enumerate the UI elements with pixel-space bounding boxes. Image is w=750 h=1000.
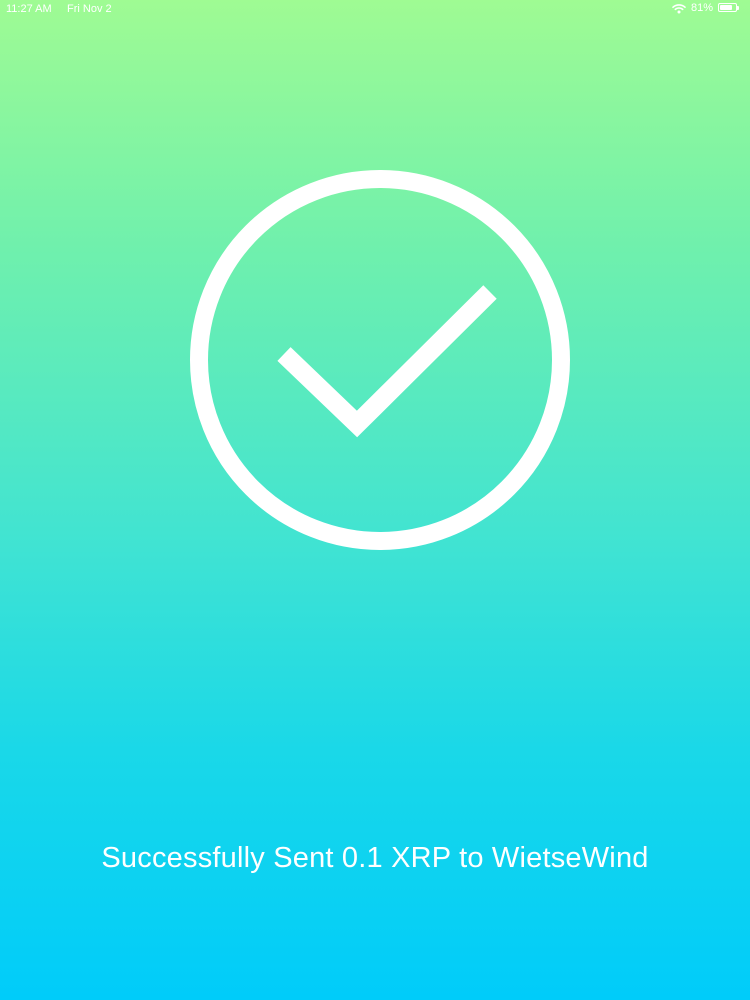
status-bar: 11:27 AM Fri Nov 2 81% [0,0,750,20]
battery-icon [718,3,740,13]
status-indicators: 81% [672,2,740,14]
status-date: Fri Nov 2 [67,3,112,15]
status-time: 11:27 AM [6,3,52,15]
wifi-icon [672,3,686,14]
battery-fill [720,5,733,10]
checkmark-circle-icon [190,170,570,550]
battery-percent: 81% [690,2,713,14]
success-message: Successfully Sent 0.1 XRP to WietseWind [101,842,649,874]
